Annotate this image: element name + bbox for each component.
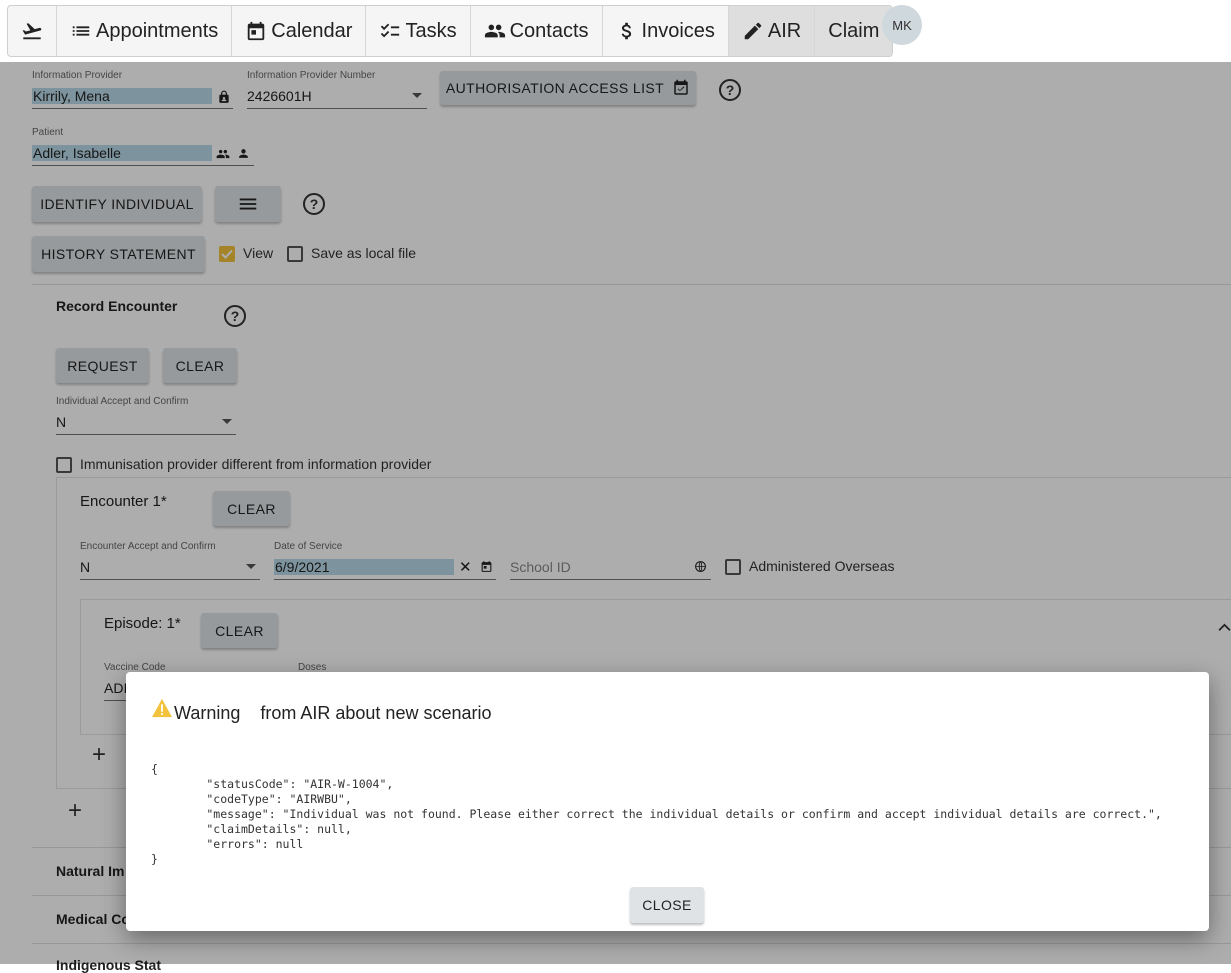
nav-label-contacts: Contacts bbox=[509, 19, 589, 42]
calendar-icon bbox=[248, 21, 265, 41]
contacts-icon bbox=[484, 24, 505, 38]
nav-label-calendar: Calendar bbox=[271, 19, 353, 42]
nav-tasks[interactable]: Tasks bbox=[366, 6, 471, 56]
nav-label-air: AIR bbox=[767, 19, 802, 42]
nav-label-claim: Claim bbox=[828, 19, 880, 42]
warning-dialog: Warning from AIR about new scenario { "s… bbox=[126, 672, 1209, 931]
departure-icon bbox=[22, 23, 42, 40]
warning-icon bbox=[152, 698, 172, 718]
nav-departure[interactable] bbox=[8, 6, 57, 56]
dialog-title: Warning from AIR about new scenario bbox=[174, 703, 492, 724]
dialog-title-rest: from AIR about new scenario bbox=[260, 703, 492, 723]
nav-invoices[interactable]: Invoices bbox=[603, 6, 729, 56]
dialog-warning-word: Warning bbox=[174, 703, 241, 723]
nav-calendar[interactable]: Calendar bbox=[232, 6, 367, 56]
dialog-message-json: { "statusCode": "AIR-W-1004", "codeType"… bbox=[151, 762, 1162, 866]
nav-air[interactable]: AIR bbox=[728, 6, 816, 56]
nav-label-tasks: Tasks bbox=[405, 19, 457, 42]
avatar[interactable]: MK bbox=[882, 5, 922, 45]
tasks-icon bbox=[381, 23, 400, 38]
nav-label-appointments: Appointments bbox=[96, 19, 219, 42]
nav-appointments[interactable]: Appointments bbox=[57, 6, 233, 56]
list-icon bbox=[72, 26, 90, 36]
nav-claim[interactable]: Claim bbox=[815, 6, 893, 56]
nav-contacts[interactable]: Contacts bbox=[471, 6, 603, 56]
close-button[interactable]: CLOSE bbox=[630, 887, 704, 923]
pencil-icon bbox=[744, 22, 762, 40]
nav-label-invoices: Invoices bbox=[641, 19, 715, 42]
main-nav: Appointments Calendar Tasks Contacts Inv… bbox=[7, 5, 894, 57]
dollar-icon bbox=[621, 22, 631, 40]
